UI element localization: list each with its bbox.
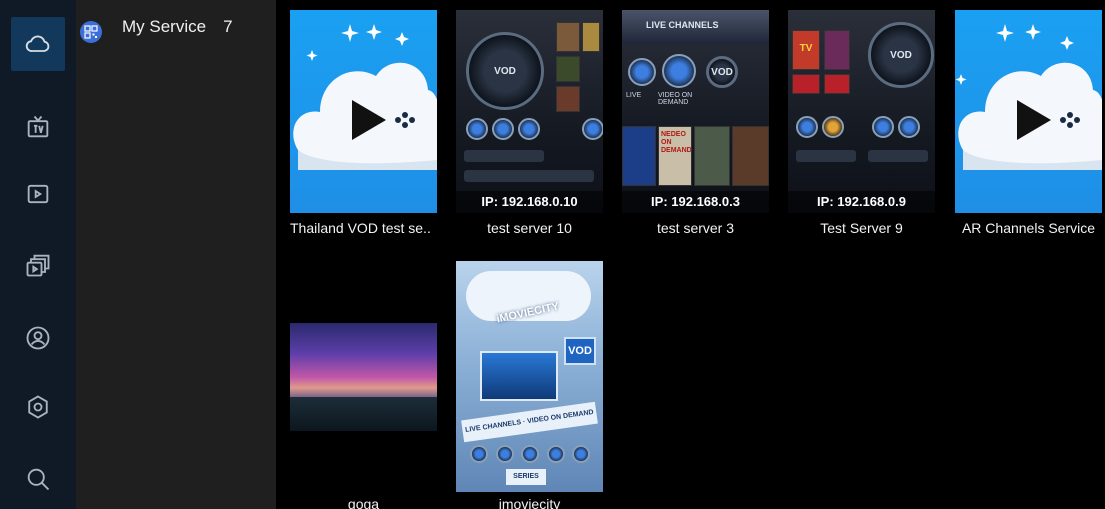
play-button-art <box>546 445 565 463</box>
banner-live: LIVE CHANNELS <box>464 419 522 434</box>
cloud-thumbnail <box>955 10 1102 213</box>
cloud-icon <box>25 35 50 52</box>
play-button-art <box>492 118 514 140</box>
service-panel: My Service 7 <box>76 0 276 509</box>
rail-item-settings[interactable] <box>11 380 65 434</box>
cloud-play-icon <box>293 24 437 170</box>
play-button-art <box>822 116 844 138</box>
dial-label: VOD <box>711 66 733 78</box>
poster-art <box>556 22 580 52</box>
nav-rail <box>0 0 76 509</box>
user-icon <box>26 326 50 350</box>
play-button-art <box>628 58 656 86</box>
sunset-thumbnail <box>290 323 437 431</box>
cloud-play-icon <box>955 24 1102 170</box>
series-badge: SERIES <box>506 469 546 485</box>
ip-label: IP: 192.168.0.3 <box>622 191 769 213</box>
control-strip <box>464 150 544 162</box>
poster-art <box>582 22 600 52</box>
vod-dial: VOD <box>706 56 738 88</box>
dial-label: VOD <box>494 65 516 77</box>
service-name: My Service <box>122 17 207 36</box>
play-button-art <box>582 118 603 140</box>
poster-art <box>622 126 656 186</box>
control-strip <box>464 170 594 182</box>
vod-dial: VOD <box>868 22 934 88</box>
shoreline-art <box>290 397 437 431</box>
play-button-art <box>872 116 894 138</box>
vod-label: VIDEO ON DEMAND <box>658 92 693 106</box>
play-icon <box>27 184 49 204</box>
play-button-art <box>466 118 488 140</box>
live-label: LIVE <box>626 92 642 99</box>
ip-label: IP: 192.168.0.10 <box>456 191 603 213</box>
screen-art <box>480 351 558 401</box>
rail-item-tv[interactable] <box>11 100 65 154</box>
channels-banner: LIVE CHANNELS · VIDEO ON DEMAND <box>461 401 598 443</box>
ip-label: IP: 192.168.0.9 <box>788 191 935 213</box>
rail-item-vod[interactable] <box>11 167 65 221</box>
poster-art <box>556 56 580 82</box>
control-strip <box>796 150 856 162</box>
banner-vod: VIDEO ON DEMAND <box>526 409 595 426</box>
service-header[interactable]: My Service 7 <box>80 17 233 43</box>
play-button-art <box>518 118 540 140</box>
rail-item-series[interactable] <box>11 238 65 292</box>
tile-caption: test server 10 <box>487 220 572 236</box>
vod-thumbnail: TV VOD IP: 192.168.0.9 <box>788 10 935 213</box>
play-button-art <box>521 445 539 463</box>
vod-thumbnail: LIVE CHANNELS VOD LIVE VIDEO ON DEMAND N… <box>622 10 769 213</box>
service-count: 7 <box>223 17 233 36</box>
vod-badge: VOD <box>564 337 596 365</box>
cloud-thumbnail <box>290 10 437 213</box>
poster-art <box>824 74 850 94</box>
poster-art <box>732 126 769 186</box>
poster-art <box>556 86 580 112</box>
rail-item-search[interactable] <box>11 452 65 506</box>
play-button-art <box>796 116 818 138</box>
poster-title: NEDEO ON DEMAND <box>661 131 692 154</box>
search-icon <box>27 468 50 491</box>
button-row-art <box>470 445 590 465</box>
poster-art: TV <box>792 30 820 70</box>
imoviecity-thumbnail: iMOVIECITY VOD LIVE CHANNELS · VIDEO ON … <box>456 261 603 492</box>
tile-caption: AR Channels Service <box>961 220 1096 236</box>
dial-label: VOD <box>890 49 912 61</box>
settings-icon <box>28 395 48 419</box>
play-button-art <box>898 116 920 138</box>
poster-art: NEDEO ON DEMAND <box>658 126 692 186</box>
vod-dial: VOD <box>466 32 544 110</box>
poster-art <box>792 74 820 94</box>
library-icon <box>26 254 50 277</box>
tv-label: TV <box>799 43 813 54</box>
play-button-art <box>495 445 514 463</box>
rail-item-account[interactable] <box>11 311 65 365</box>
play-button-art <box>470 445 488 463</box>
poster-art <box>824 30 850 70</box>
play-button-art <box>662 54 696 88</box>
tile-caption: imoviecity <box>498 496 561 509</box>
qr-code-icon <box>80 21 102 43</box>
vod-thumbnail: VOD IP: 192.168.0.10 <box>456 10 603 213</box>
control-strip <box>868 150 928 162</box>
tile-caption: Test Server 9 <box>820 220 903 236</box>
tile-caption: Thailand VOD test se.. <box>290 220 431 236</box>
poster-art <box>694 126 730 186</box>
tv-icon <box>27 115 49 138</box>
live-channels-text: LIVE CHANNELS <box>646 20 719 30</box>
live-channels-banner: LIVE CHANNELS <box>622 10 769 44</box>
rail-item-cloud[interactable] <box>11 17 65 71</box>
play-button-art <box>572 445 590 463</box>
tile-caption: test server 3 <box>656 220 735 236</box>
tile-caption: goga <box>347 496 380 509</box>
